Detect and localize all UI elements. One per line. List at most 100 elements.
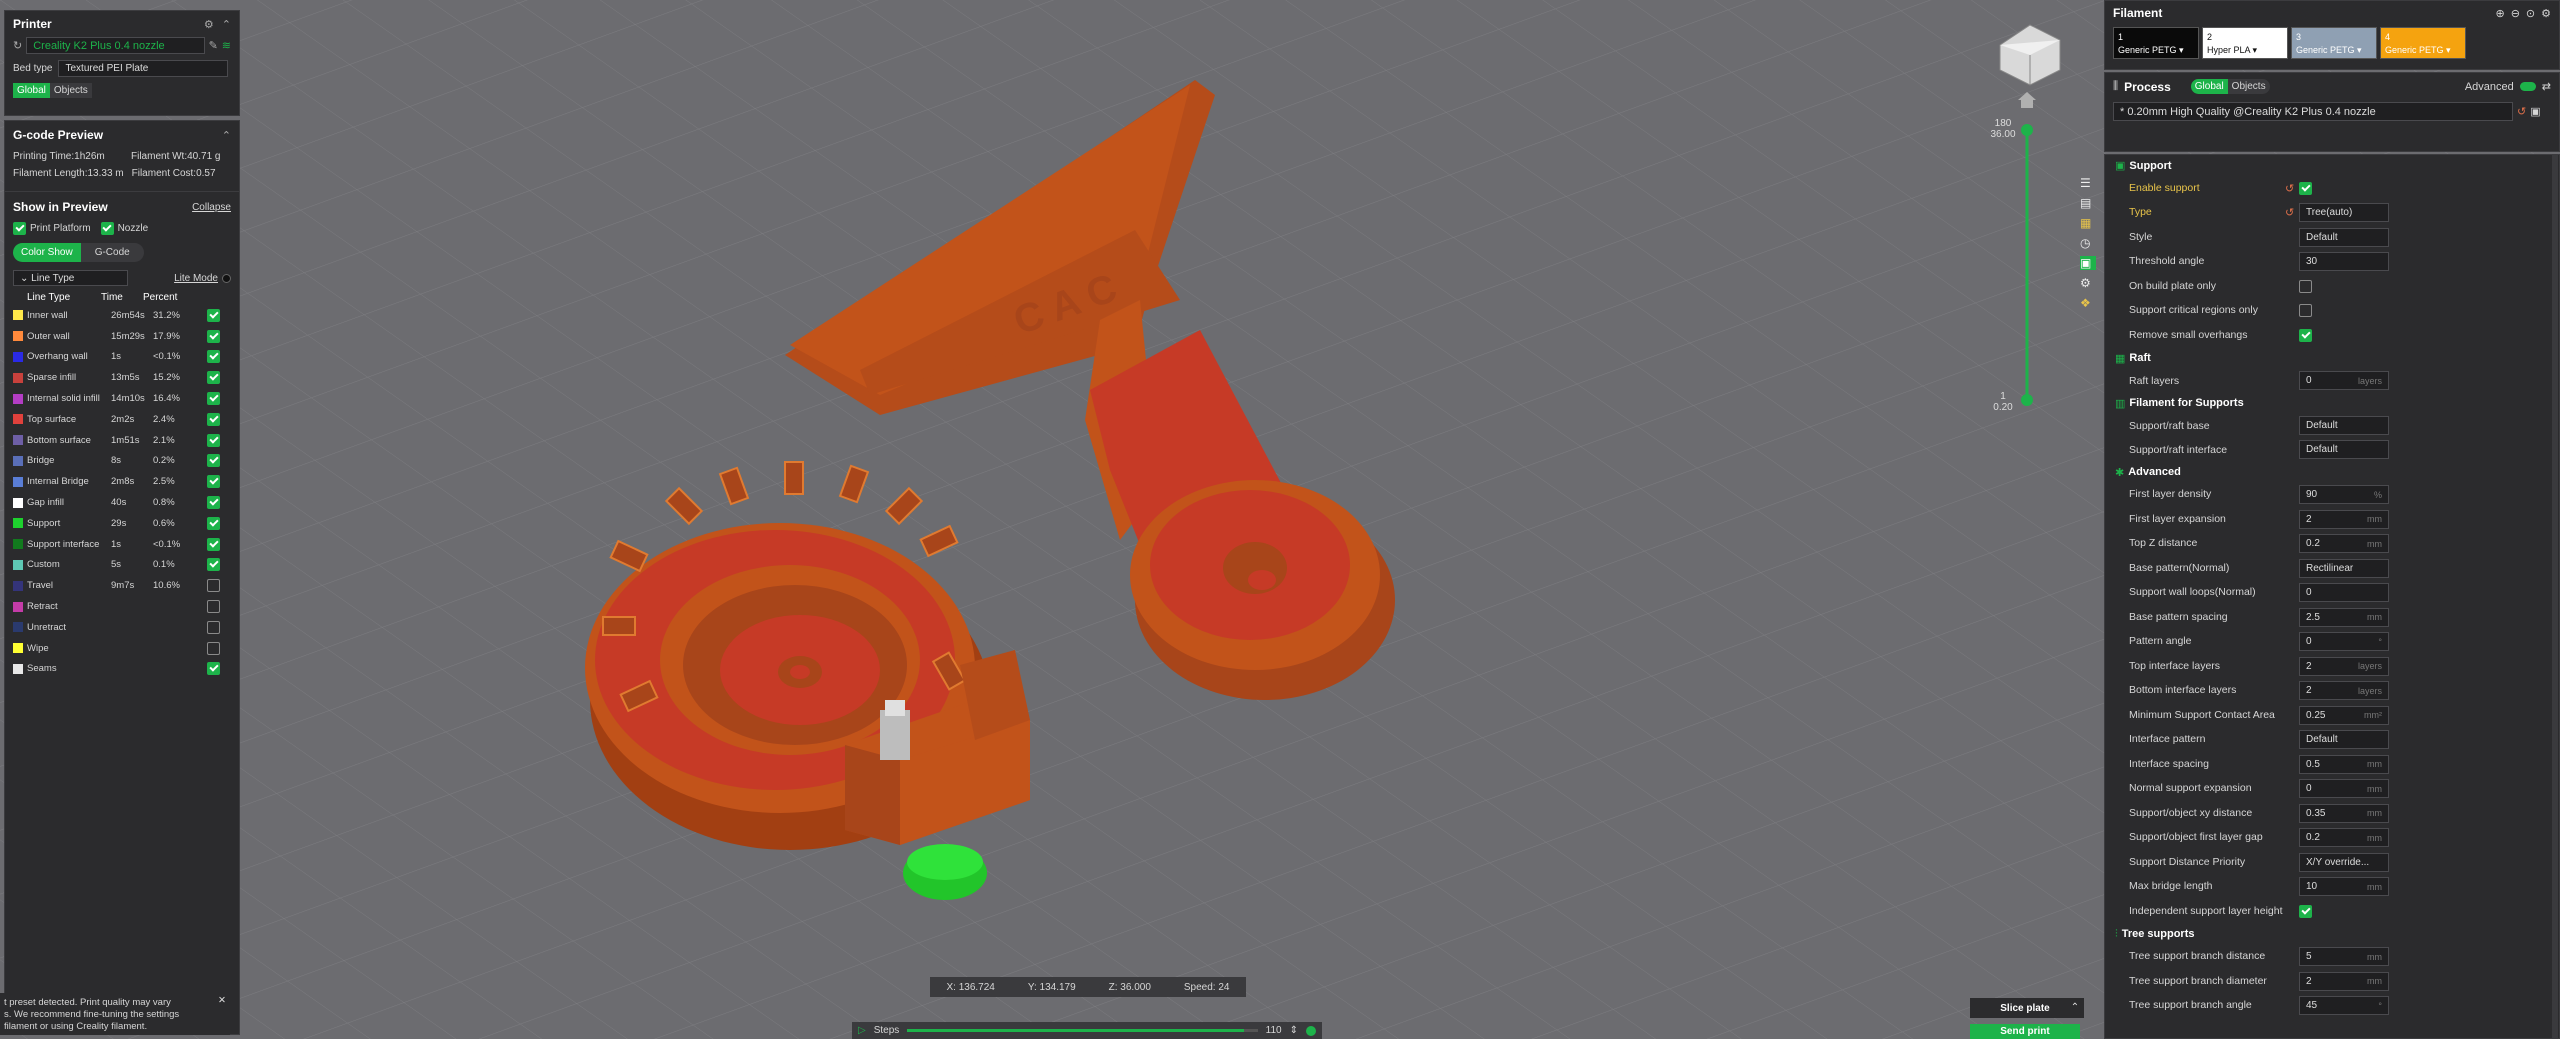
- setting-checkbox[interactable]: [2299, 328, 2312, 342]
- setting-field[interactable]: 10 mm: [2299, 877, 2389, 897]
- printer-tab-global[interactable]: Global: [13, 83, 50, 98]
- setting-field[interactable]: Default: [2299, 227, 2389, 247]
- setting-field[interactable]: 30: [2299, 252, 2389, 272]
- slice-dropdown-icon[interactable]: ⌃: [2066, 998, 2084, 1018]
- legend-row[interactable]: Sparse infill 13m5s 15.2%: [5, 367, 239, 388]
- legend-visibility-checkbox[interactable]: [207, 433, 220, 447]
- setting-field[interactable]: Tree(auto): [2299, 203, 2389, 223]
- bed-type-select[interactable]: Textured PEI Plate: [58, 60, 229, 77]
- legend-row[interactable]: Seams: [5, 659, 239, 680]
- compare-icon[interactable]: ⇄: [2542, 80, 2551, 93]
- setting-field[interactable]: 0 °: [2299, 632, 2389, 652]
- legend-row[interactable]: Overhang wall 1s <0.1%: [5, 347, 239, 368]
- legend-row[interactable]: Unretract: [5, 617, 239, 638]
- legend-row[interactable]: Wipe: [5, 638, 239, 659]
- legend-visibility-checkbox[interactable]: [207, 662, 220, 676]
- process-preset-select[interactable]: * 0.20mm High Quality @Creality K2 Plus …: [2113, 102, 2513, 121]
- legend-visibility-checkbox[interactable]: [207, 600, 220, 614]
- filament-slot-1[interactable]: 1 Generic PETG ▾: [2113, 27, 2199, 59]
- send-print-button[interactable]: Send print: [1970, 1024, 2080, 1039]
- setting-field[interactable]: 45 °: [2299, 996, 2389, 1016]
- process-tab-global[interactable]: Global: [2190, 79, 2228, 94]
- legend-visibility-checkbox[interactable]: [207, 412, 220, 426]
- setting-field[interactable]: 5 mm: [2299, 947, 2389, 967]
- setting-checkbox[interactable]: [2299, 279, 2312, 293]
- legend-visibility-checkbox[interactable]: [207, 475, 220, 489]
- legend-row[interactable]: Travel 9m7s 10.6%: [5, 575, 239, 596]
- legend-row[interactable]: Internal solid infill 14m10s 16.4%: [5, 388, 239, 409]
- legend-row[interactable]: Custom 5s 0.1%: [5, 555, 239, 576]
- steps-slider[interactable]: [907, 1029, 1258, 1032]
- collapse-icon[interactable]: ⌃: [222, 129, 231, 142]
- lite-mode-toggle[interactable]: [222, 273, 231, 283]
- setting-checkbox[interactable]: [2299, 904, 2312, 918]
- preview-icon[interactable]: ▣: [2080, 256, 2096, 270]
- edit-icon[interactable]: ✎: [209, 39, 218, 52]
- legend-row[interactable]: Bottom surface 1m51s 2.1%: [5, 430, 239, 451]
- legend-visibility-checkbox[interactable]: [207, 454, 220, 468]
- legend-row[interactable]: Gap infill 40s 0.8%: [5, 492, 239, 513]
- legend-visibility-checkbox[interactable]: [207, 496, 220, 510]
- filament-slot-4[interactable]: 4 Generic PETG ▾: [2380, 27, 2466, 59]
- play-icon[interactable]: ▷: [858, 1025, 866, 1036]
- gear-icon[interactable]: ⚙: [204, 18, 214, 31]
- gcode-button[interactable]: G-Code: [80, 243, 144, 262]
- legend-visibility-checkbox[interactable]: [207, 641, 220, 655]
- legend-visibility-checkbox[interactable]: [207, 579, 220, 593]
- setting-field[interactable]: Rectilinear: [2299, 558, 2389, 578]
- setting-field[interactable]: 0.25 mm²: [2299, 705, 2389, 725]
- save-icon[interactable]: ▣: [2530, 105, 2540, 118]
- setting-field[interactable]: X/Y override...: [2299, 852, 2389, 872]
- legend-visibility-checkbox[interactable]: [207, 308, 220, 322]
- setting-checkbox[interactable]: [2299, 181, 2312, 195]
- legend-row[interactable]: Support interface 1s <0.1%: [5, 534, 239, 555]
- setting-field[interactable]: 2.5 mm: [2299, 607, 2389, 627]
- raft-base-select[interactable]: Default: [2299, 416, 2389, 435]
- setting-field[interactable]: 2 layers: [2299, 656, 2389, 676]
- line-type-select[interactable]: ⌄ Line Type: [13, 270, 128, 286]
- reset-icon[interactable]: ↺: [2285, 182, 2299, 195]
- legend-visibility-checkbox[interactable]: [207, 371, 220, 385]
- settings-scrollbar[interactable]: [2552, 154, 2558, 1039]
- collapse-button[interactable]: Collapse: [192, 202, 231, 213]
- legend-row[interactable]: Retract: [5, 596, 239, 617]
- setting-field[interactable]: 2 layers: [2299, 681, 2389, 701]
- setting-field[interactable]: 90%: [2299, 485, 2389, 505]
- printer-tab-objects[interactable]: Objects: [49, 83, 92, 98]
- sync-icon[interactable]: ⊙: [2526, 7, 2535, 20]
- close-icon[interactable]: ✕: [218, 995, 226, 1007]
- legend-row[interactable]: Bridge 8s 0.2%: [5, 451, 239, 472]
- reset-icon[interactable]: ↺: [2285, 206, 2299, 219]
- legend-row[interactable]: Internal Bridge 2m8s 2.5%: [5, 471, 239, 492]
- setting-field[interactable]: 2 mm: [2299, 509, 2389, 529]
- reset-icon[interactable]: ↺: [2517, 105, 2526, 118]
- setting-field[interactable]: 0 mm: [2299, 779, 2389, 799]
- setting-field[interactable]: Default: [2299, 730, 2389, 750]
- color-icon[interactable]: ❖: [2080, 296, 2096, 310]
- legend-row[interactable]: Inner wall 26m54s 31.2%: [5, 305, 239, 326]
- legend-row[interactable]: Top surface 2m2s 2.4%: [5, 409, 239, 430]
- info-icon[interactable]: ▦: [2080, 216, 2096, 230]
- printer-sync-icon[interactable]: ↻: [13, 39, 22, 52]
- legend-visibility-checkbox[interactable]: [207, 329, 220, 343]
- legend-visibility-checkbox[interactable]: [207, 537, 220, 551]
- legend-visibility-checkbox[interactable]: [207, 516, 220, 530]
- color-show-button[interactable]: Color Show: [13, 243, 81, 262]
- collapse-icon[interactable]: ⌃: [222, 18, 231, 31]
- setting-checkbox[interactable]: [2299, 304, 2312, 318]
- setting-field[interactable]: 0.2 mm: [2299, 534, 2389, 554]
- settings-icon[interactable]: ⚙: [2080, 276, 2096, 290]
- layers-icon[interactable]: ☰: [2080, 176, 2096, 190]
- nozzle-checkbox[interactable]: [100, 222, 114, 235]
- print-platform-checkbox[interactable]: [13, 222, 26, 235]
- legend-row[interactable]: Outer wall 15m29s 17.9%: [5, 326, 239, 347]
- process-tab-objects[interactable]: Objects: [2227, 79, 2270, 94]
- legend-visibility-checkbox[interactable]: [207, 620, 220, 634]
- add-icon[interactable]: ⊕: [2495, 7, 2504, 20]
- printer-select[interactable]: Creality K2 Plus 0.4 nozzle: [26, 37, 205, 54]
- advanced-toggle[interactable]: [2519, 82, 2536, 91]
- legend-row[interactable]: Support 29s 0.6%: [5, 513, 239, 534]
- setting-field[interactable]: 0.5 mm: [2299, 754, 2389, 774]
- speed-icon[interactable]: ◷: [2080, 236, 2096, 250]
- setting-field[interactable]: 0.2 mm: [2299, 828, 2389, 848]
